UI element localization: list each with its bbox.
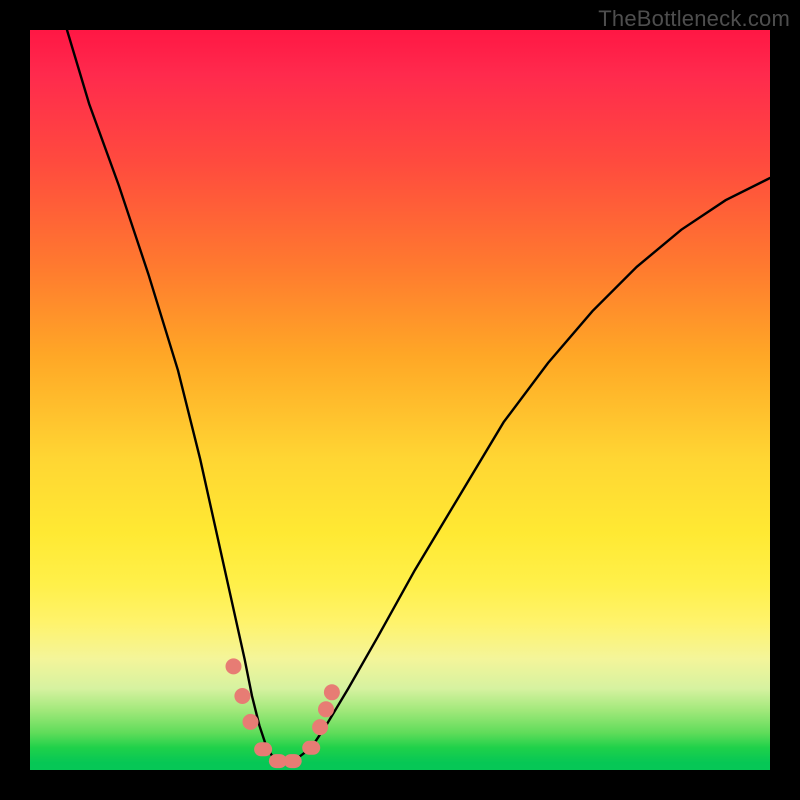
marker-dot xyxy=(312,719,328,735)
watermark-text: TheBottleneck.com xyxy=(598,6,790,32)
chart-svg xyxy=(30,30,770,770)
chart-frame: TheBottleneck.com xyxy=(0,0,800,800)
bottleneck-curve xyxy=(67,30,770,763)
marker-dot xyxy=(318,701,334,717)
marker-pill xyxy=(302,741,320,755)
marker-pill xyxy=(254,742,272,756)
chart-markers xyxy=(226,658,340,768)
marker-dot xyxy=(226,658,242,674)
marker-dot xyxy=(243,714,259,730)
marker-pill xyxy=(284,754,302,768)
marker-dot xyxy=(324,684,340,700)
marker-dot xyxy=(234,688,250,704)
chart-plot-area xyxy=(30,30,770,770)
